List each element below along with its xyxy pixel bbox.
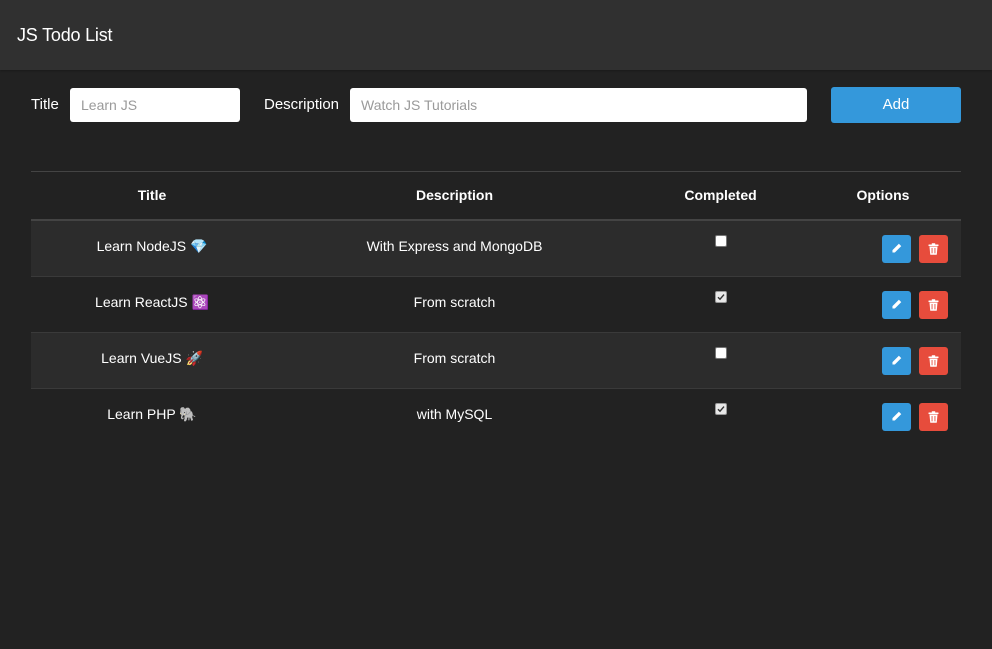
add-button[interactable]: Add	[831, 87, 961, 123]
edit-button[interactable]	[882, 291, 911, 319]
table-row: Learn PHP 🐘 with MySQL	[31, 389, 961, 444]
table-header: Title Description Completed Options	[31, 172, 961, 221]
options-cell	[805, 277, 961, 331]
pencil-icon	[892, 299, 902, 309]
pencil-icon	[892, 243, 902, 253]
todo-description: With Express and MongoDB	[366, 238, 543, 254]
options-cell	[805, 333, 961, 387]
table-body: Learn NodeJS 💎 With Express and MongoDB …	[31, 221, 961, 444]
description-label: Description	[264, 96, 340, 113]
edit-button[interactable]	[882, 235, 911, 263]
navbar: JS Todo List	[0, 0, 992, 70]
options-cell	[805, 389, 961, 443]
delete-button[interactable]	[919, 235, 948, 263]
todo-title: Learn VueJS 🚀	[101, 350, 203, 366]
pencil-icon	[892, 411, 902, 421]
header-options: Options	[856, 187, 910, 203]
trash-icon	[928, 355, 939, 367]
todo-title: Learn PHP 🐘	[107, 406, 197, 422]
delete-button[interactable]	[919, 403, 948, 431]
delete-button[interactable]	[919, 291, 948, 319]
completed-checkbox[interactable]	[714, 347, 727, 359]
delete-button[interactable]	[919, 347, 948, 375]
todo-table: Title Description Completed Options Lear…	[31, 171, 961, 444]
description-input[interactable]	[350, 88, 807, 122]
completed-checkbox[interactable]	[714, 235, 727, 247]
title-label: Title	[31, 96, 59, 113]
options-cell	[805, 221, 961, 275]
app-title[interactable]: JS Todo List	[17, 24, 113, 46]
trash-icon	[928, 243, 939, 255]
completed-checkbox[interactable]	[714, 291, 727, 303]
trash-icon	[928, 411, 939, 423]
table-row: Learn ReactJS ⚛️ From scratch	[31, 277, 961, 333]
todo-description: From scratch	[413, 294, 496, 310]
completed-checkbox[interactable]	[714, 403, 727, 415]
header-title: Title	[137, 187, 167, 203]
completed-cell	[636, 389, 805, 443]
pencil-icon	[892, 355, 902, 365]
edit-button[interactable]	[882, 347, 911, 375]
todo-description: with MySQL	[416, 406, 493, 422]
todo-title: Learn NodeJS 💎	[96, 238, 208, 254]
header-completed: Completed	[684, 187, 757, 203]
table-row: Learn VueJS 🚀 From scratch	[31, 333, 961, 389]
trash-icon	[928, 299, 939, 311]
header-description: Description	[415, 187, 493, 203]
edit-button[interactable]	[882, 403, 911, 431]
todo-description: From scratch	[413, 350, 496, 366]
completed-cell	[636, 277, 805, 331]
todo-title: Learn ReactJS ⚛️	[95, 294, 209, 310]
title-input[interactable]	[70, 88, 240, 122]
completed-cell	[636, 221, 805, 275]
completed-cell	[636, 333, 805, 387]
table-row: Learn NodeJS 💎 With Express and MongoDB	[31, 221, 961, 277]
